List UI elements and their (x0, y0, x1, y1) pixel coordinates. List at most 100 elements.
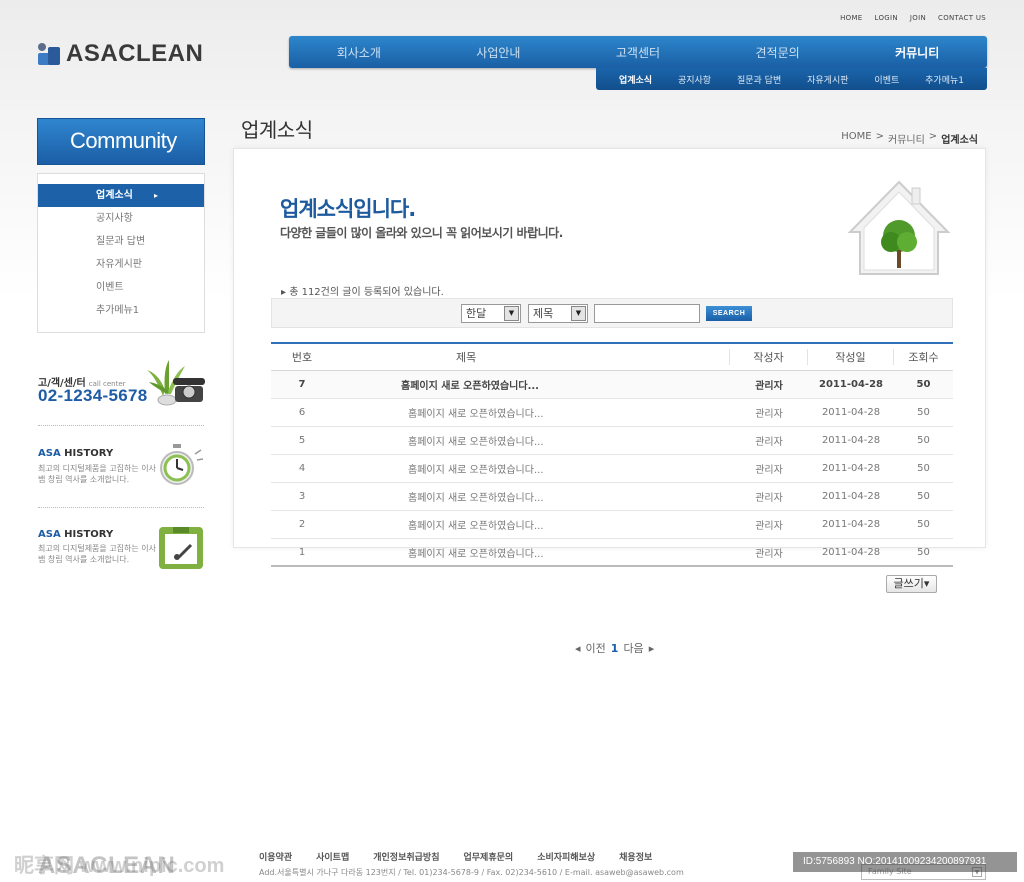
row-no: 4 (298, 463, 306, 474)
breadcrumb-community[interactable]: 커뮤니티 (888, 131, 925, 146)
row-title-link[interactable]: 홈페이지 새로 오픈하였습니다... (333, 405, 730, 420)
row-views: 50 (917, 435, 930, 446)
site-logo[interactable]: ASACLEAN (38, 40, 203, 68)
row-title-link[interactable]: 홈페이지 새로 오픈하였습니다... (333, 377, 730, 392)
row-title-link[interactable]: 홈페이지 새로 오픈하였습니다... (333, 545, 730, 560)
prev-page-link[interactable]: 이전 (586, 640, 606, 656)
gnb-item-company[interactable]: 회사소개 (289, 36, 429, 68)
gnb-item-community[interactable]: 커뮤니티 (847, 36, 987, 68)
period-select[interactable]: 한달 ▼ (461, 304, 521, 323)
row-date: 2011-04-28 (821, 519, 881, 530)
breadcrumb-home[interactable]: HOME (841, 131, 871, 146)
image-id-overlay: ID:5756893 NO:20141009234200897931 (793, 852, 1017, 872)
subnav-item-extra[interactable]: 추가메뉴1 (925, 73, 964, 86)
divider (38, 425, 204, 426)
search-input[interactable] (594, 304, 700, 323)
divider (38, 507, 204, 508)
header-views: 조회수 (908, 351, 939, 364)
row-author: 관리자 (755, 381, 783, 392)
table-row[interactable]: 2 홈페이지 새로 오픈하였습니다... 관리자 2011-04-28 50 (271, 511, 953, 539)
footer-link-careers[interactable]: 채용정보 (619, 850, 652, 863)
util-login-link[interactable]: LOGIN (875, 14, 898, 22)
subnav-item-notice[interactable]: 공지사항 (678, 73, 711, 86)
dropdown-arrow-icon: ▼ (504, 306, 519, 321)
row-no: 1 (298, 546, 306, 558)
sidebar-title-box: Community (37, 118, 205, 165)
row-views: 50 (917, 546, 930, 558)
history-title-1[interactable]: ASA HISTORY (38, 448, 113, 459)
footer-links: 이용약관 사이트맵 개인정보취급방침 업무제휴문의 소비자피해보상 채용정보 (259, 850, 652, 863)
sidebar-item-freeboard[interactable]: 자유게시판 (38, 253, 204, 276)
history-title-2[interactable]: ASA HISTORY (38, 529, 113, 540)
row-no: 5 (298, 435, 306, 446)
sidebar-menu: 업계소식 공지사항 질문과 답변 자유게시판 이벤트 추가메뉴1 (37, 173, 205, 333)
field-select[interactable]: 제목 ▼ (528, 304, 588, 323)
chevron-down-icon: ▾ (923, 577, 930, 590)
total-count: ▸ 총 112건의 글이 등록되어 있습니다. (281, 283, 444, 298)
table-header: 번호 제목 작성자 작성일 조회수 (271, 344, 953, 371)
clipboard-icon (159, 527, 203, 569)
subnav-item-qna[interactable]: 질문과 답변 (737, 73, 781, 86)
sub-nav: 업계소식 공지사항 질문과 답변 자유게시판 이벤트 추가메뉴1 (596, 68, 987, 90)
row-no: 2 (298, 519, 306, 530)
row-author: 관리자 (755, 437, 783, 448)
gnb-item-business[interactable]: 사업안내 (429, 36, 569, 68)
page-number-current[interactable]: 1 (611, 642, 619, 655)
breadcrumb-current: 업계소식 (941, 135, 978, 146)
page-title: 업계소식 (241, 118, 313, 142)
row-author: 관리자 (755, 521, 783, 532)
row-date: 2011-04-28 (821, 435, 881, 446)
sidebar-item-event[interactable]: 이벤트 (38, 276, 204, 299)
sidebar-item-news[interactable]: 업계소식 (38, 184, 204, 207)
write-button-label: 글쓰기 (893, 577, 924, 590)
util-join-link[interactable]: JOIN (910, 14, 926, 22)
row-author: 관리자 (755, 465, 783, 476)
next-page-link[interactable]: 다음 (623, 640, 643, 656)
board-table: 번호 제목 작성자 작성일 조회수 7 홈페이지 새로 오픈하였습니다... 관… (271, 342, 953, 567)
util-home-link[interactable]: HOME (840, 14, 862, 22)
util-contact-link[interactable]: CONTACT US (938, 14, 986, 22)
sidebar-title: Community (70, 128, 177, 153)
sidebar-item-notice[interactable]: 공지사항 (38, 207, 204, 230)
row-views: 50 (917, 491, 930, 502)
row-views: 50 (917, 463, 930, 474)
row-title-link[interactable]: 홈페이지 새로 오픈하였습니다... (333, 517, 730, 532)
breadcrumb: HOME > 커뮤니티 > 업계소식 (841, 131, 978, 146)
row-date: 2011-04-28 (821, 546, 881, 558)
footer-link-privacy[interactable]: 개인정보취급방침 (373, 850, 439, 863)
header-date: 작성일 (808, 349, 894, 365)
history-label-1: HISTORY (64, 448, 114, 459)
sidebar-item-qna[interactable]: 질문과 답변 (38, 230, 204, 253)
footer-link-sitemap[interactable]: 사이트맵 (316, 850, 349, 863)
sidebar-item-extra[interactable]: 추가메뉴1 (38, 299, 204, 322)
next-icon: ▸ (648, 641, 655, 655)
footer-link-partnership[interactable]: 업무제휴문의 (464, 850, 514, 863)
row-no: 3 (298, 491, 306, 502)
row-title-link[interactable]: 홈페이지 새로 오픈하였습니다... (333, 461, 730, 476)
bullet-icon: ▸ (281, 287, 290, 298)
table-row[interactable]: 7 홈페이지 새로 오픈하였습니다... 관리자 2011-04-28 50 (271, 371, 953, 399)
call-center-phone: 02-1234-5678 (38, 386, 148, 405)
chevron-right-icon: > (928, 131, 938, 142)
subnav-item-news[interactable]: 업계소식 (619, 73, 652, 86)
footer-link-compensation[interactable]: 소비자피해보상 (537, 850, 595, 863)
gnb-item-quote[interactable]: 견적문의 (708, 36, 848, 68)
stopwatch-icon (160, 444, 204, 485)
row-no: 6 (298, 407, 306, 418)
history-desc-1: 최고의 디지털제품을 고집하는 이사뱁 창립 역사를 소개합니다. (38, 464, 157, 484)
table-row[interactable]: 3 홈페이지 새로 오픈하였습니다... 관리자 2011-04-28 50 (271, 483, 953, 511)
gnb-item-support[interactable]: 고객센터 (568, 36, 708, 68)
subnav-item-freeboard[interactable]: 자유게시판 (807, 73, 848, 86)
row-title-link[interactable]: 홈페이지 새로 오픈하였습니다... (333, 433, 730, 448)
row-author: 관리자 (755, 548, 783, 560)
table-row[interactable]: 6 홈페이지 새로 오픈하였습니다... 관리자 2011-04-28 50 (271, 399, 953, 427)
table-row[interactable]: 1 홈페이지 새로 오픈하였습니다... 관리자 2011-04-28 50 (271, 539, 953, 567)
subnav-item-event[interactable]: 이벤트 (874, 73, 899, 86)
table-row[interactable]: 5 홈페이지 새로 오픈하였습니다... 관리자 2011-04-28 50 (271, 427, 953, 455)
search-button[interactable]: SEARCH (706, 306, 752, 321)
table-row[interactable]: 4 홈페이지 새로 오픈하였습니다... 관리자 2011-04-28 50 (271, 455, 953, 483)
write-button[interactable]: 글쓰기▾ (886, 575, 937, 593)
intro-title: 업계소식입니다. (280, 197, 416, 221)
row-title-link[interactable]: 홈페이지 새로 오픈하였습니다... (333, 489, 730, 504)
footer-link-terms[interactable]: 이용약관 (259, 850, 292, 863)
